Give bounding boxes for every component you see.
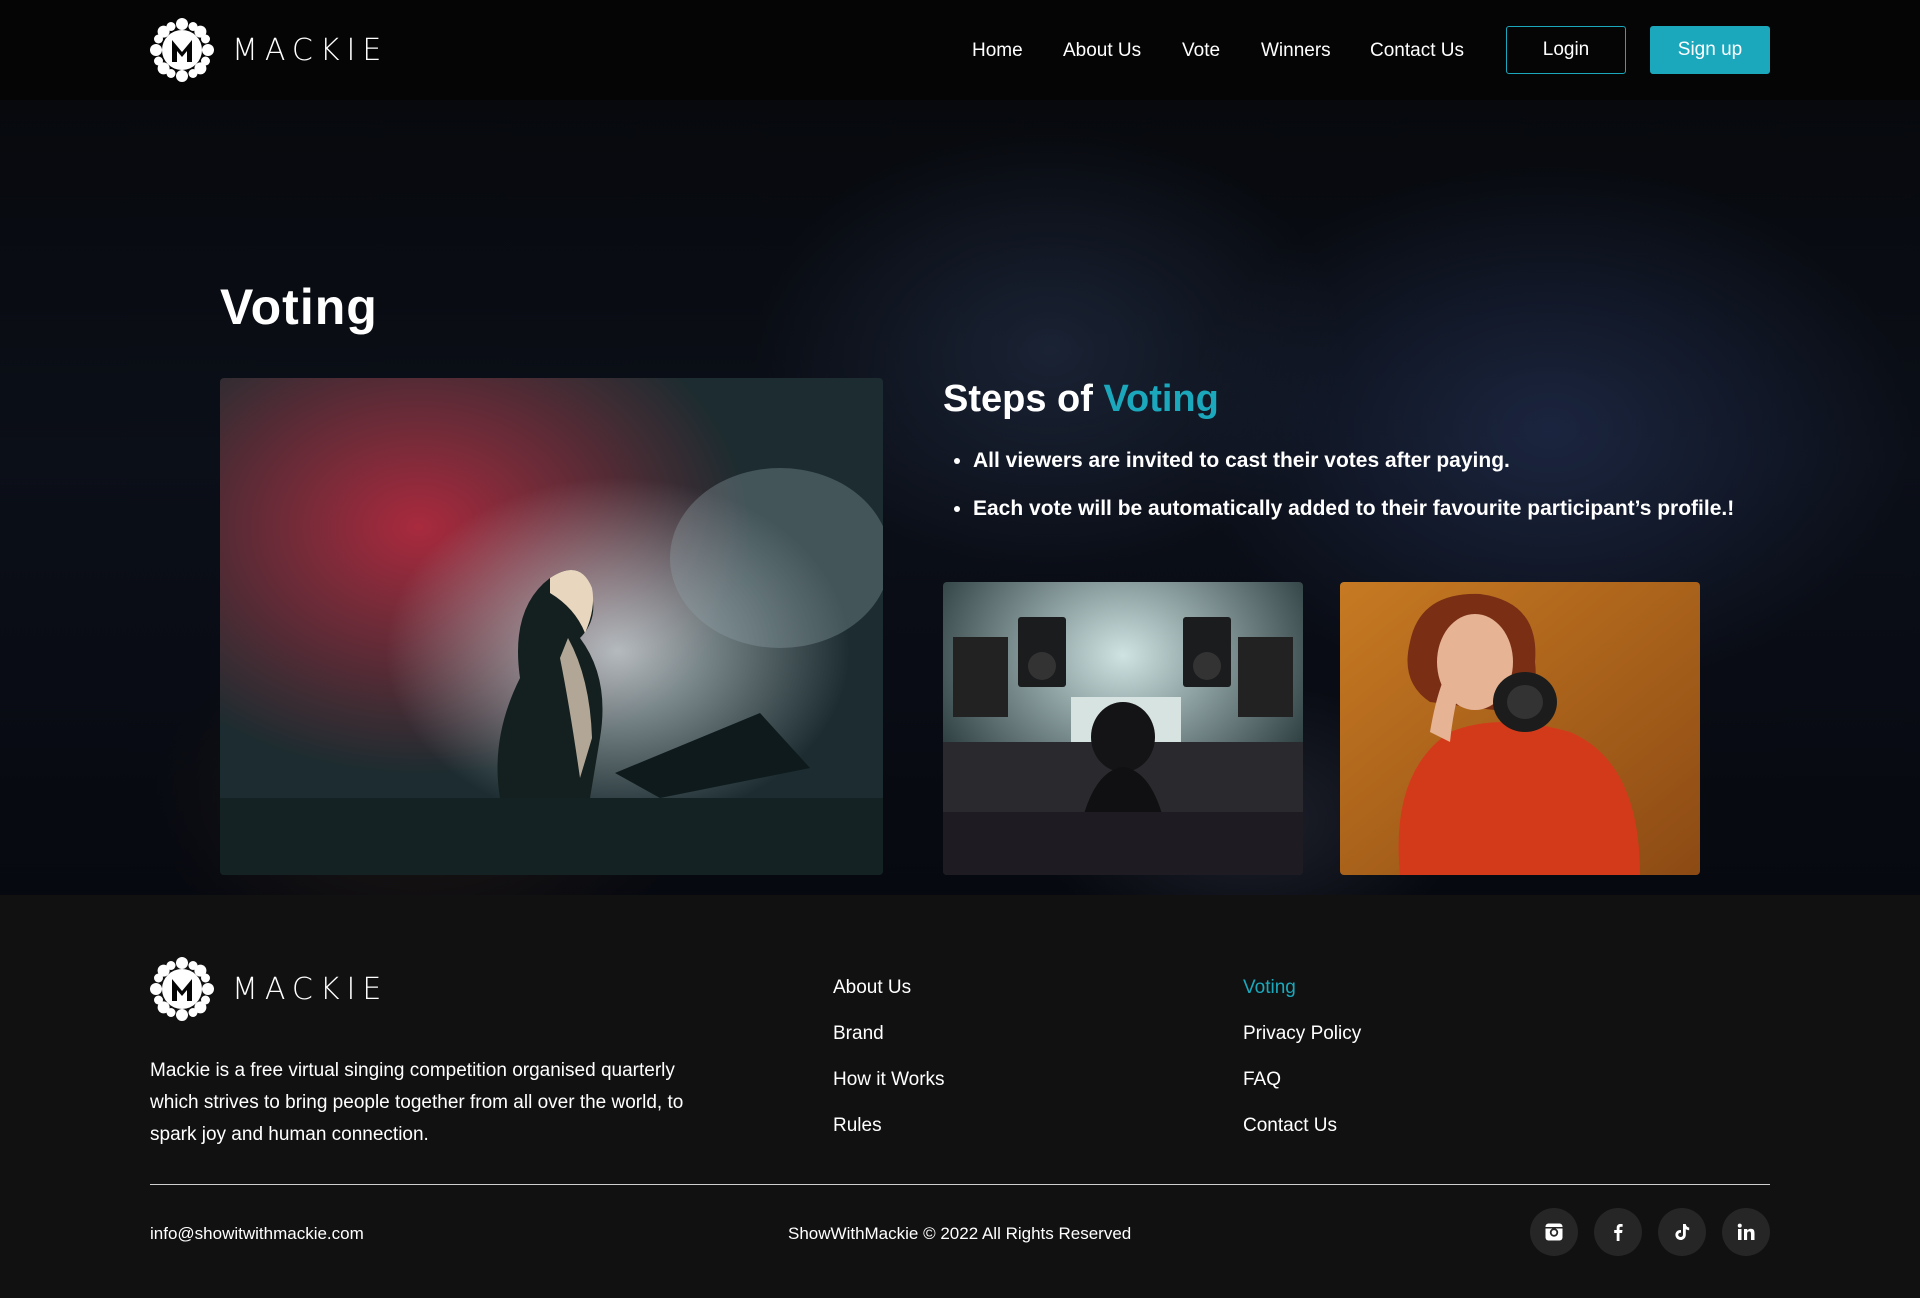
site-footer: MACKIE Mackie is a free virtual singing … (0, 895, 1920, 1298)
footer-links-column-2: Voting Privacy Policy FAQ Contact Us (1243, 977, 1361, 1161)
voting-step: Each vote will be automatically added to… (943, 496, 1734, 522)
footer-links-column-1: About Us Brand How it Works Rules (833, 977, 945, 1161)
tiktok-icon[interactable] (1658, 1208, 1706, 1256)
copyright-text: ShowWithMackie © 2022 All Rights Reserve… (788, 1224, 1132, 1243)
nav-link-about-us[interactable]: About Us (1063, 40, 1141, 62)
login-button[interactable]: Login (1506, 26, 1626, 74)
voting-step: All viewers are invited to cast their vo… (943, 448, 1734, 474)
nav-link-contact-us[interactable]: Contact Us (1370, 40, 1464, 62)
steps-heading-prefix: Steps of (943, 378, 1093, 420)
facebook-icon[interactable] (1594, 1208, 1642, 1256)
listener-photo (1340, 582, 1700, 875)
logo-wordmark: MACKIE (232, 971, 389, 1007)
logo-wordmark: MACKIE (232, 32, 389, 68)
logo-mark-icon (150, 18, 214, 82)
footer-link-faq[interactable]: FAQ (1243, 1069, 1361, 1115)
steps-heading: Steps of Voting (943, 378, 1219, 421)
studio-photo (943, 582, 1303, 875)
performer-photo (220, 378, 883, 875)
footer-link-about-us[interactable]: About Us (833, 977, 945, 1023)
nav-link-home[interactable]: Home (972, 40, 1023, 62)
logo-mark-icon (150, 957, 214, 1021)
footer-link-rules[interactable]: Rules (833, 1115, 945, 1161)
footer-link-privacy-policy[interactable]: Privacy Policy (1243, 1023, 1361, 1069)
linkedin-icon[interactable] (1722, 1208, 1770, 1256)
footer-divider (150, 1184, 1770, 1185)
steps-heading-accent: Voting (1103, 378, 1219, 420)
footer-description: Mackie is a free virtual singing competi… (150, 1060, 684, 1145)
instagram-icon[interactable] (1530, 1208, 1578, 1256)
page-title: Voting (220, 279, 378, 335)
voting-steps-list: All viewers are invited to cast their vo… (943, 448, 1734, 544)
voting-hero: Voting Steps of Voting All viewers are i… (0, 100, 1920, 895)
footer-link-voting[interactable]: Voting (1243, 977, 1361, 1023)
footer-link-contact-us[interactable]: Contact Us (1243, 1115, 1361, 1161)
signup-button[interactable]: Sign up (1650, 26, 1770, 74)
footer-email-link[interactable]: info@showitwithmackie.com (150, 1224, 364, 1244)
nav-link-winners[interactable]: Winners (1261, 40, 1331, 62)
nav-link-vote[interactable]: Vote (1182, 40, 1220, 62)
footer-logo[interactable]: MACKIE (150, 957, 388, 1021)
footer-link-how-it-works[interactable]: How it Works (833, 1069, 945, 1115)
site-header: MACKIE Home About Us Vote Winners Contac… (0, 0, 1920, 100)
header-logo[interactable]: MACKIE (150, 18, 388, 82)
footer-link-brand[interactable]: Brand (833, 1023, 945, 1069)
